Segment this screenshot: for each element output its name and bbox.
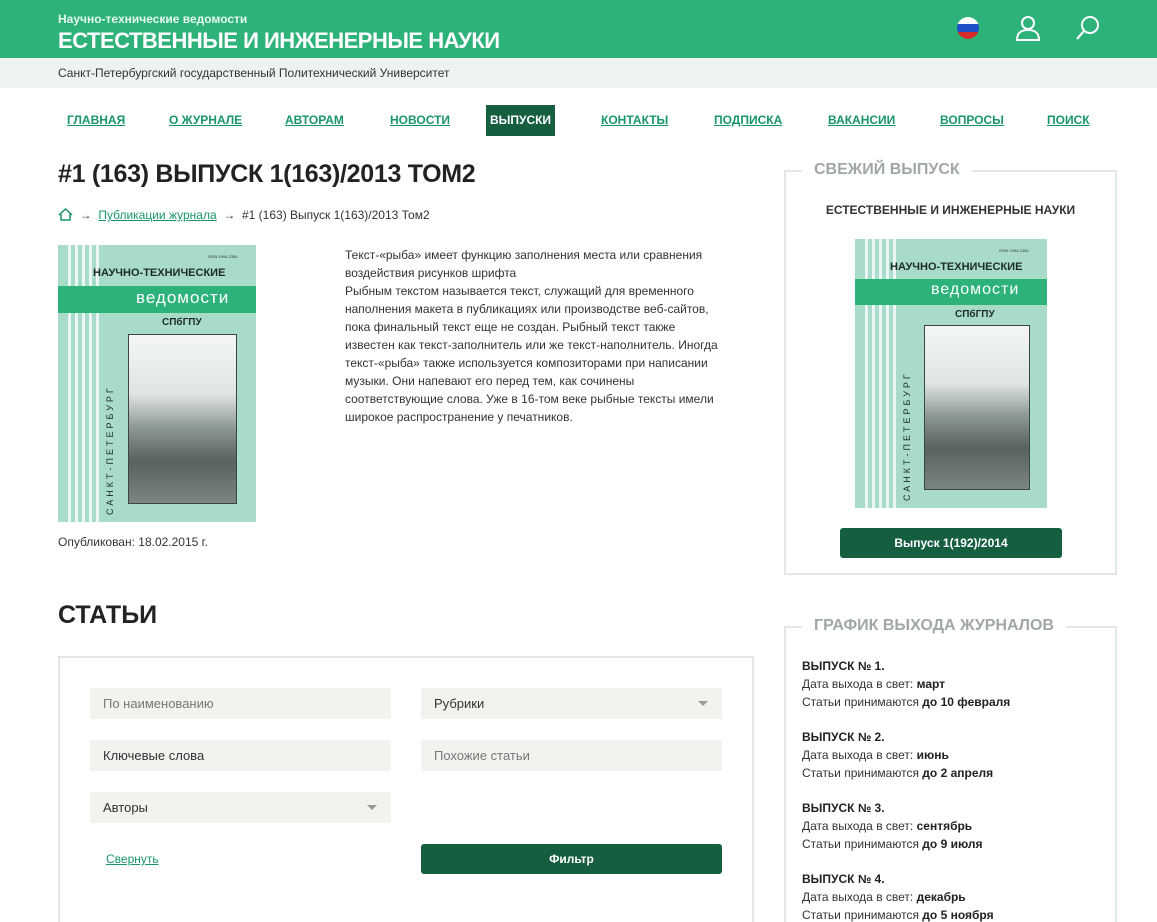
nav-news[interactable]: НОВОСТИ [390,113,450,127]
latest-cover-image[interactable]: ISSN 1994-2354 НАУЧНО-ТЕХНИЧЕСКИЕ ведомо… [855,239,1047,508]
rubrics-select[interactable]: Рубрики [421,688,722,719]
nav-home[interactable]: ГЛАВНАЯ [67,113,125,127]
description-line: соответствующие слова. Уже в 16-том веке… [345,392,714,406]
breadcrumb-current: #1 (163) Выпуск 1(163)/2013 Том2 [242,208,430,222]
breadcrumb: → Публикации журнала → #1 (163) Выпуск 1… [58,208,430,222]
nav-subscription[interactable]: ПОДПИСКА [714,113,782,127]
nav-contacts[interactable]: КОНТАКТЫ [601,113,668,127]
description-line: музыки. Они напевают его перед тем, как … [345,374,635,388]
nav-issues[interactable]: ВЫПУСКИ [486,105,555,136]
chevron-down-icon [698,701,708,706]
description-line: широкое распространение у печатников. [345,410,573,424]
cover-photo [128,334,237,504]
cover-issn: ISSN 1994-2354 [208,254,238,259]
schedule-release: Дата выхода в свет: декабрь [802,888,994,906]
description-line: Рыбным текстом называется текст, служащи… [345,284,694,298]
schedule-release: Дата выхода в свет: июнь [802,746,993,764]
russian-flag-icon[interactable] [957,17,979,39]
nav-authors[interactable]: АВТОРАМ [285,113,344,127]
authors-select[interactable]: Авторы [90,792,391,823]
schedule-release: Дата выхода в свет: сентябрь [802,817,983,835]
schedule-item: ВЫПУСК № 1. Дата выхода в свет: март Ста… [802,657,1010,711]
user-icon[interactable] [1014,14,1042,42]
deadline-date: до 9 июля [922,837,983,851]
release-month: декабрь [916,890,966,904]
schedule-release: Дата выхода в свет: март [802,675,1010,693]
cover-city: САНКТ-ПЕТЕРБУРГ [902,371,912,501]
description-line: наполнения макета в публикациях или прои… [345,302,709,316]
accept-label: Статьи принимаются [802,908,919,922]
schedule-item: ВЫПУСК № 3. Дата выхода в свет: сентябрь… [802,799,983,853]
cover-sub: СПбГПУ [162,317,202,328]
cover-title: НАУЧНО-ТЕХНИЧЕСКИЕ [93,267,226,279]
home-icon[interactable] [58,208,73,221]
latest-journal-name: ЕСТЕСТВЕННЫЕ И ИНЖЕНЕРНЫЕ НАУКИ [825,203,1076,217]
schedule-deadline: Статьи принимаются до 9 июля [802,835,983,853]
cover-band-text: ведомости [136,288,230,307]
flag-stripe-blue [957,24,979,32]
accept-label: Статьи принимаются [802,766,919,780]
release-month: март [916,677,946,691]
journal-title[interactable]: ЕСТЕСТВЕННЫЕ И ИНЖЕНЕРНЫЕ НАУКИ [58,28,500,54]
deadline-date: до 10 февраля [922,695,1011,709]
rubrics-select-label: Рубрики [434,696,485,711]
cover-title: НАУЧНО-ТЕХНИЧЕСКИЕ [890,261,1023,273]
breadcrumb-arrow: → [219,208,239,222]
release-month: июнь [916,748,949,762]
schedule-issue-name: ВЫПУСК № 2. [802,730,885,744]
latest-issue-button[interactable]: Выпуск 1(192)/2014 [840,528,1062,558]
schedule-title: ГРАФИК ВЫХОДА ЖУРНАЛОВ [802,617,1066,635]
release-label: Дата выхода в свет: [802,748,914,762]
release-label: Дата выхода в свет: [802,890,914,904]
university-name: Санкт-Петербургский государственный Поли… [58,66,450,80]
keywords-input[interactable]: Ключевые слова [90,740,391,771]
breadcrumb-arrow: → [76,208,96,222]
schedule-item: ВЫПУСК № 2. Дата выхода в свет: июнь Ста… [802,728,993,782]
name-search-input[interactable]: По наименованию [90,688,391,719]
chevron-down-icon [367,805,377,810]
nav-search[interactable]: ПОИСК [1047,113,1090,127]
schedule-item: ВЫПУСК № 4. Дата выхода в свет: декабрь … [802,870,994,922]
cover-issn: ISSN 1994-2354 [999,248,1029,253]
articles-title: СТАТЬИ [58,601,158,629]
latest-issue-title: СВЕЖИЙ ВЫПУСК [802,161,972,179]
release-month: сентябрь [916,819,973,833]
nav-questions[interactable]: ВОПРОСЫ [940,113,1004,127]
accept-label: Статьи принимаются [802,837,919,851]
description-line: пока финальный текст еще не создан. Рыбн… [345,320,676,334]
similar-articles-input[interactable]: Похожие статьи [421,740,722,771]
cover-city: САНКТ-ПЕТЕРБУРГ [105,385,115,515]
cover-photo [924,325,1030,490]
deadline-date: до 5 ноября [922,908,994,922]
accept-label: Статьи принимаются [802,695,919,709]
nav-about[interactable]: О ЖУРНАЛЕ [169,113,242,127]
description-line: текст-«рыба» также используется композит… [345,356,708,370]
description-line: Текст-«рыба» имеет функцию заполнения ме… [345,248,703,262]
issue-description: Текст-«рыба» имеет функцию заполнения ме… [345,246,757,426]
description-line: воздействия рисунков шрифта [345,266,517,280]
release-label: Дата выхода в свет: [802,677,914,691]
deadline-date: до 2 апреля [922,766,994,780]
cover-band-text: ведомости [931,281,1020,298]
journal-super-title: Научно-технические ведомости [58,12,248,26]
search-icon[interactable] [1074,14,1102,42]
description-line: известен как текст-заполнитель или же те… [345,338,718,352]
breadcrumb-publications[interactable]: Публикации журнала [98,208,216,222]
authors-select-label: Авторы [103,800,148,815]
page-title: #1 (163) ВЫПУСК 1(163)/2013 ТОМ2 [58,160,476,188]
schedule-deadline: Статьи принимаются до 10 февраля [802,693,1010,711]
issue-cover-image[interactable]: ISSN 1994-2354 НАУЧНО-ТЕХНИЧЕСКИЕ ведомо… [58,245,256,522]
cover-sub: СПбГПУ [955,309,995,320]
nav-vacancies[interactable]: ВАКАНСИИ [828,113,895,127]
schedule-issue-name: ВЫПУСК № 4. [802,872,885,886]
schedule-issue-name: ВЫПУСК № 1. [802,659,885,673]
schedule-deadline: Статьи принимаются до 2 апреля [802,764,993,782]
schedule-deadline: Статьи принимаются до 5 ноября [802,906,994,922]
release-label: Дата выхода в свет: [802,819,914,833]
published-date: Опубликован: 18.02.2015 г. [58,535,208,549]
filter-button[interactable]: Фильтр [421,844,722,874]
collapse-link[interactable]: Свернуть [106,852,159,866]
schedule-issue-name: ВЫПУСК № 3. [802,801,885,815]
